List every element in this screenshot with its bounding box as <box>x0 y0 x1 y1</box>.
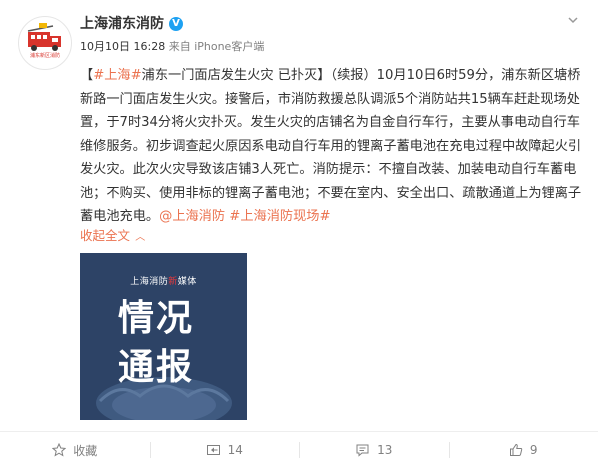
image-title-line1: 情况 <box>118 298 195 339</box>
chevron-up-icon: ︿ <box>132 232 146 243</box>
author-name[interactable]: 上海浦东消防 <box>80 14 164 34</box>
image-title-line2: 通报 <box>118 347 195 388</box>
post-source: 来自 iPhone客户端 <box>168 40 265 53</box>
headline: 浦东一门面店发生火灾 已扑灭】（续报） <box>141 68 377 83</box>
comment-count: 13 <box>377 443 393 457</box>
post-meta: 10月10日 16:28 来自 iPhone客户端 <box>80 40 264 54</box>
thumbs-up-icon <box>509 443 523 457</box>
post-image[interactable]: 上海消防新媒体 情况 通报 <box>80 253 247 420</box>
bracket: 【 <box>80 68 94 83</box>
author: 上海浦东消防 V <box>80 14 183 34</box>
topic-link[interactable]: #上海# <box>93 68 141 83</box>
repost-button[interactable]: 14 <box>149 432 300 468</box>
star-icon <box>52 443 67 457</box>
post-text: 【#上海#浦东一门面店发生火灾 已扑灭】（续报）10月10日6时59分，浦东新区… <box>80 64 585 229</box>
like-count: 9 <box>529 443 538 457</box>
hashtag-link[interactable]: #上海消防现场# <box>229 209 330 224</box>
favorite-label: 收藏 <box>73 443 98 458</box>
collapse-button[interactable]: 收起全文 ︿ <box>80 227 145 247</box>
comment-button[interactable]: 13 <box>299 432 449 468</box>
repost-icon <box>206 443 221 457</box>
mention-link[interactable]: @上海消防 <box>159 209 225 224</box>
collapse-label: 收起全文 <box>80 228 131 243</box>
body: 10月10日6时59分，浦东新区塘桥新路一门面店发生火灾。接警后，市消防救援总队… <box>80 68 582 224</box>
verified-icon: V <box>169 17 183 31</box>
like-button[interactable]: 9 <box>448 432 598 468</box>
image-banner: 上海消防新媒体 <box>130 277 197 287</box>
fire-truck-logo-icon <box>27 23 61 51</box>
avatar[interactable] <box>18 16 72 70</box>
post-time[interactable]: 10月10日 16:28 <box>80 40 165 53</box>
chevron-down-icon[interactable] <box>565 14 581 30</box>
action-bar: 收藏 14 13 9 <box>0 432 598 468</box>
comment-icon <box>355 443 370 457</box>
repost-count: 14 <box>227 443 243 457</box>
favorite-button[interactable]: 收藏 <box>0 432 150 468</box>
avatar-caption: 浦东新区消防 <box>29 53 60 59</box>
